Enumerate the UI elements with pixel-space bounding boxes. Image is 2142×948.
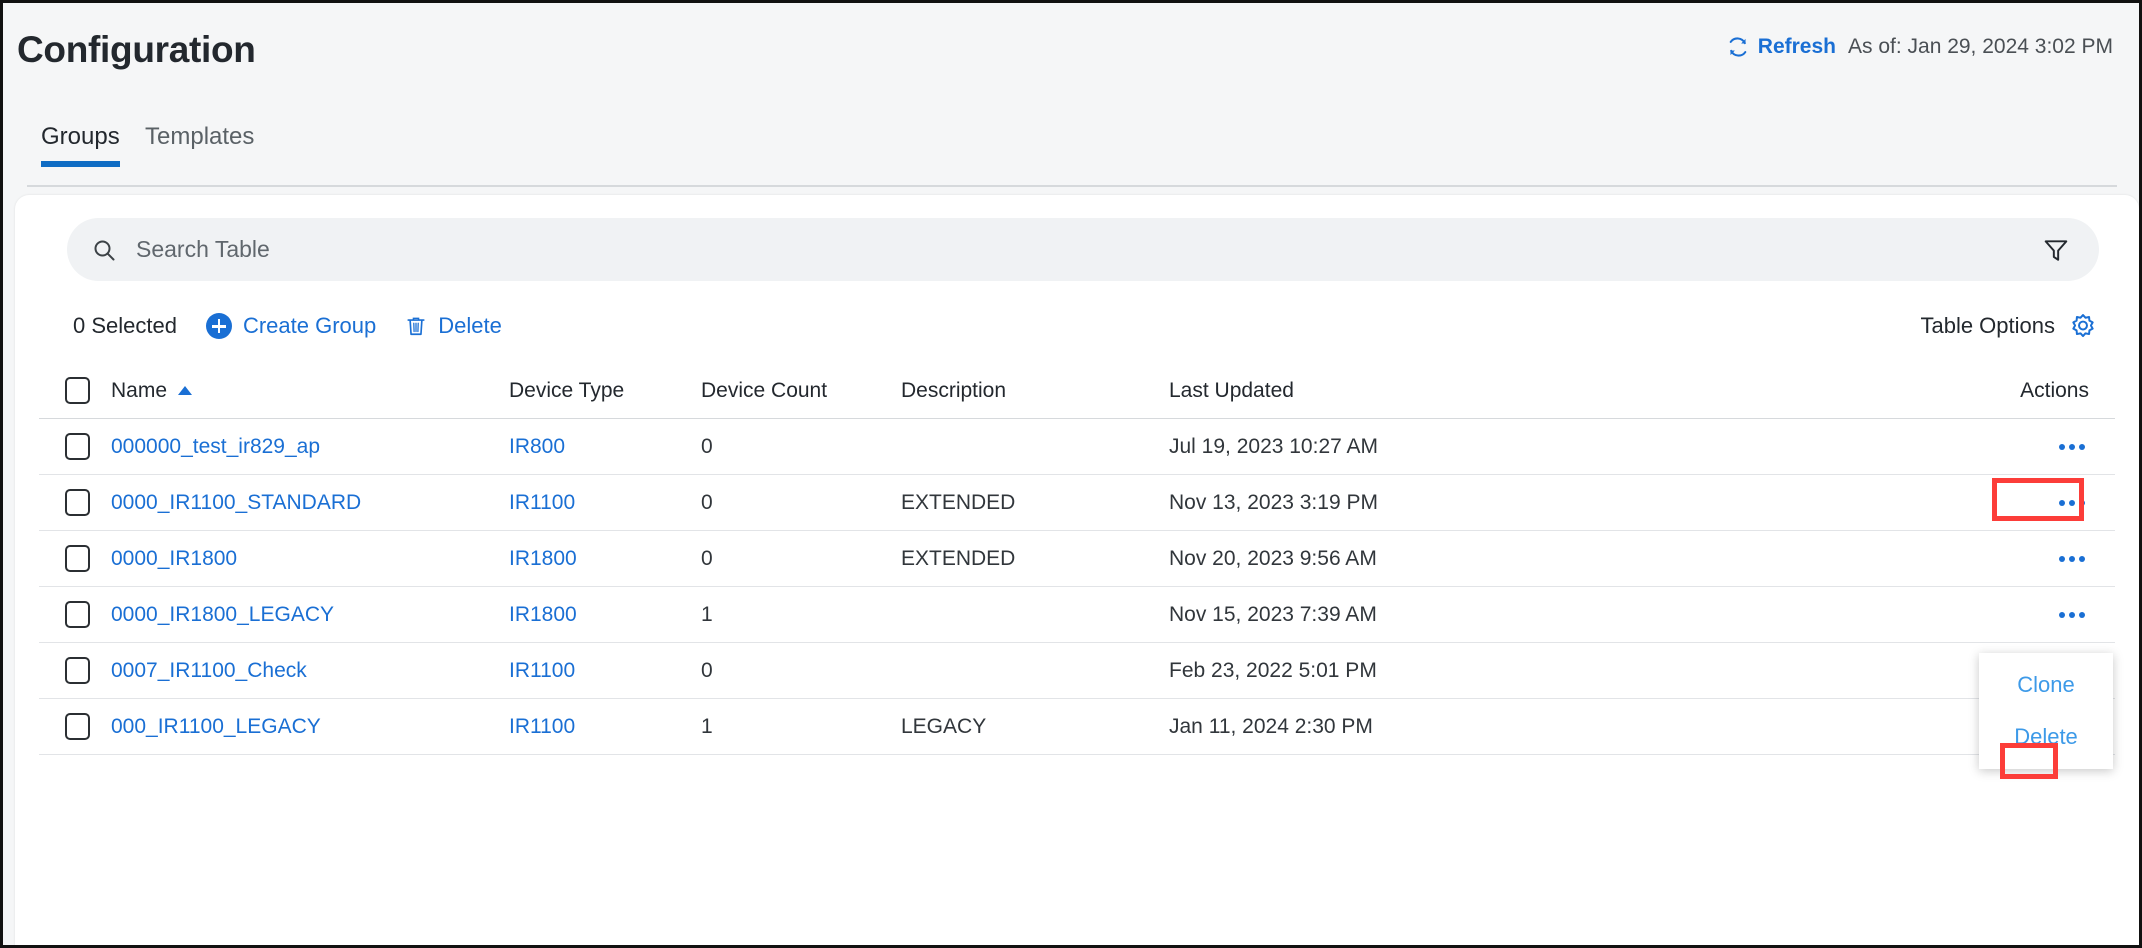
cell-description: LEGACY — [901, 714, 987, 738]
row-checkbox[interactable] — [65, 601, 90, 628]
row-select-cell — [39, 545, 111, 572]
as-of-timestamp: As of: Jan 29, 2024 3:02 PM — [1847, 35, 2113, 58]
cell-device-count: 0 — [701, 546, 713, 570]
row-checkbox[interactable] — [65, 433, 90, 460]
refresh-icon — [1729, 37, 1747, 57]
tab-templates[interactable]: Templates — [145, 123, 254, 167]
search-icon — [94, 240, 115, 260]
table-row: 0007_IR1100_Check IR1100 0 Feb 23, 2022 5:0… — [39, 643, 2115, 699]
create-group-label: Create Group — [242, 313, 377, 338]
cell-device-type[interactable]: IR1800 — [509, 547, 701, 571]
selected-count: 0 Selected — [73, 313, 177, 338]
cell-group-name[interactable]: 0000_IR1100_STANDARD — [111, 491, 509, 515]
cell-group-name[interactable]: 0007_IR1100_Check — [111, 659, 509, 683]
page-title: Configuration — [17, 29, 256, 70]
cell-device-count: 1 — [701, 714, 713, 738]
row-checkbox[interactable] — [65, 489, 90, 516]
row-checkbox[interactable] — [65, 657, 90, 684]
cell-last-updated: Nov 15, 2023 7:39 AM — [1169, 602, 1377, 626]
table-row: 000_IR1100_LEGACY IR1100 1 LEGACY Jan 11, 20… — [39, 699, 2115, 755]
cell-last-updated: Feb 23, 2022 5:01 PM — [1169, 658, 1377, 682]
row-select-cell — [39, 433, 111, 460]
row-select-cell — [39, 601, 111, 628]
delete-button[interactable]: Delete — [405, 313, 502, 339]
menu-item-delete[interactable]: Delete — [1979, 711, 2113, 763]
cell-last-updated: Jan 11, 2024 2:30 PM — [1169, 714, 1373, 738]
table-row: 0000_IR1800_LEGACY IR1800 1 Nov 15, 2023 7:… — [39, 587, 2115, 643]
cell-group-name[interactable]: 0000_IR1800 — [111, 547, 509, 571]
row-checkbox[interactable] — [65, 713, 90, 740]
column-header-device-type[interactable]: Device Type — [509, 379, 701, 403]
cell-group-name[interactable]: 000000_test_ir829_ap — [111, 435, 509, 459]
column-header-actions: Actions — [2020, 378, 2089, 402]
column-header-last-updated[interactable]: Last Updated — [1169, 379, 1995, 403]
tab-bar-divider — [27, 185, 2117, 187]
cell-device-type[interactable]: IR1100 — [509, 659, 701, 683]
cell-device-count: 0 — [701, 658, 713, 682]
delete-label: Delete — [438, 313, 502, 338]
search-bar — [67, 218, 2099, 281]
table-body: 000000_test_ir829_ap IR800 0 Jul 19, 2023 1… — [39, 419, 2115, 755]
refresh-button[interactable]: Refresh — [1727, 35, 1836, 59]
create-group-button[interactable]: Create Group — [205, 313, 377, 339]
select-all-checkbox[interactable] — [65, 377, 90, 404]
table-options-label: Table Options — [1920, 313, 2055, 338]
row-actions-menu: Clone Delete — [1979, 653, 2113, 769]
cell-device-type[interactable]: IR1800 — [509, 603, 701, 627]
toolbar-left-group: 0 Selected Create Group Delete — [73, 300, 502, 352]
header-right-group: Refresh As of: Jan 29, 2024 3:02 PM — [1727, 35, 2113, 59]
table-row: 000000_test_ir829_ap IR800 0 Jul 19, 2023 1… — [39, 419, 2115, 475]
configuration-page: Configuration Refresh As of: Jan 29, 202… — [0, 0, 2142, 948]
cell-group-name[interactable]: 0000_IR1800_LEGACY — [111, 603, 509, 627]
row-actions-cell — [1995, 491, 2115, 515]
gear-icon — [2072, 314, 2094, 338]
row-actions-kebab-icon[interactable] — [2055, 435, 2089, 459]
cell-description: EXTENDED — [901, 490, 1016, 514]
table-row: 0000_IR1100_STANDARD IR1100 0 EXTENDED Nov 1… — [39, 475, 2115, 531]
row-actions-cell — [1995, 547, 2115, 571]
trash-icon — [407, 317, 425, 336]
cell-last-updated: Jul 19, 2023 10:27 AM — [1169, 434, 1378, 458]
search-input[interactable] — [136, 218, 2043, 281]
tab-bar: Groups Templates — [3, 115, 2139, 187]
page-header: Configuration Refresh As of: Jan 29, 202… — [3, 3, 2139, 121]
cell-device-count: 1 — [701, 602, 713, 626]
cell-device-count: 0 — [701, 434, 713, 458]
refresh-label: Refresh — [1757, 35, 1836, 58]
filter-icon[interactable] — [2043, 237, 2069, 263]
table-header-row: Name Device Type Device Count Descriptio… — [39, 363, 2115, 419]
cell-description: EXTENDED — [901, 546, 1016, 570]
row-select-cell — [39, 657, 111, 684]
menu-item-clone[interactable]: Clone — [1979, 659, 2113, 711]
column-header-name[interactable]: Name — [111, 379, 509, 403]
row-checkbox[interactable] — [65, 545, 90, 572]
column-header-name-label: Name — [111, 378, 168, 402]
table-options-button[interactable]: Table Options — [1920, 300, 2097, 352]
row-actions-cell — [1995, 435, 2115, 459]
plus-circle-icon — [205, 313, 232, 339]
groups-table: Name Device Type Device Count Descriptio… — [39, 363, 2115, 945]
cell-last-updated: Nov 13, 2023 3:19 PM — [1169, 490, 1378, 514]
table-toolbar: 0 Selected Create Group Delete Table Opt… — [15, 300, 2139, 352]
groups-card: 0 Selected Create Group Delete Table — [15, 195, 2139, 945]
sort-ascending-icon — [178, 386, 193, 395]
table-row: 0000_IR1800 IR1800 0 EXTENDED Nov 20, 2023 9… — [39, 531, 2115, 587]
row-actions-cell — [1995, 603, 2115, 627]
cell-device-type[interactable]: IR1100 — [509, 491, 701, 515]
cell-device-type[interactable]: IR1100 — [509, 715, 701, 739]
cell-group-name[interactable]: 000_IR1100_LEGACY — [111, 715, 509, 739]
column-header-device-count[interactable]: Device Count — [701, 379, 901, 403]
row-select-cell — [39, 713, 111, 740]
cell-device-count: 0 — [701, 490, 713, 514]
cell-last-updated: Nov 20, 2023 9:56 AM — [1169, 546, 1377, 570]
row-actions-kebab-icon[interactable] — [2055, 547, 2089, 571]
row-actions-kebab-icon[interactable] — [2055, 603, 2089, 627]
tab-groups[interactable]: Groups — [41, 123, 120, 167]
column-header-description[interactable]: Description — [901, 379, 1169, 403]
row-actions-kebab-icon[interactable] — [2055, 491, 2089, 515]
cell-device-type[interactable]: IR800 — [509, 435, 701, 459]
row-select-cell — [39, 489, 111, 516]
select-all-cell — [39, 377, 111, 404]
